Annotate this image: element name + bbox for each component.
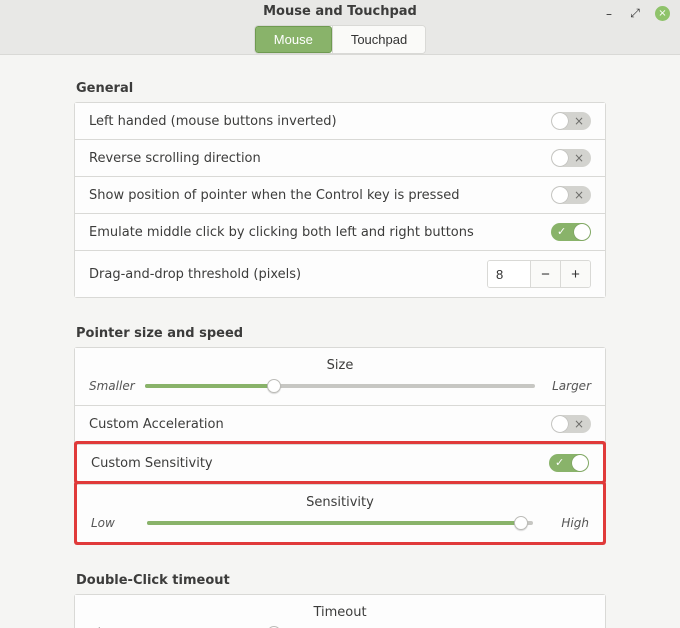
content-area: General Left handed (mouse buttons inver…	[0, 55, 680, 628]
button-dnd-plus[interactable]: +	[560, 261, 590, 287]
section-title-pointer: Pointer size and speed	[76, 326, 606, 341]
block-dclick-timeout: Timeout Short Long	[75, 595, 605, 628]
label-custom-accel: Custom Acceleration	[89, 417, 551, 432]
block-pointer-size: Size Smaller Larger	[75, 348, 605, 405]
slider-sensitivity[interactable]	[147, 516, 533, 530]
label-size-max: Larger	[545, 379, 591, 393]
block-sensitivity: Sensitivity Low High	[77, 484, 603, 542]
tab-touchpad[interactable]: Touchpad	[332, 26, 425, 53]
label-size: Size	[89, 358, 591, 373]
input-dnd-threshold[interactable]	[488, 261, 530, 287]
stepper-dnd-threshold: − +	[487, 260, 591, 288]
maximize-button[interactable]: ⤢	[629, 8, 641, 20]
slider-pointer-size[interactable]	[145, 379, 535, 393]
tab-bar: Mouse Touchpad	[254, 25, 426, 54]
toggle-custom-accel[interactable]	[551, 415, 591, 433]
section-title-general: General	[76, 81, 606, 96]
section-title-dclick: Double-Click timeout	[76, 573, 606, 588]
label-show-position: Show position of pointer when the Contro…	[89, 188, 551, 203]
row-reverse-scroll: Reverse scrolling direction	[75, 139, 605, 176]
row-emulate-middle: Emulate middle click by clicking both le…	[75, 213, 605, 250]
toggle-left-handed[interactable]	[551, 112, 591, 130]
tab-mouse[interactable]: Mouse	[255, 26, 332, 53]
row-custom-sens: Custom Sensitivity	[77, 444, 603, 481]
row-dnd-threshold: Drag-and-drop threshold (pixels) − +	[75, 250, 605, 297]
titlebar: Mouse and Touchpad – ⤢ × Mouse Touchpad	[0, 0, 680, 55]
row-left-handed: Left handed (mouse buttons inverted)	[75, 103, 605, 139]
label-sens-max: High	[543, 516, 589, 530]
label-dnd-threshold: Drag-and-drop threshold (pixels)	[89, 267, 487, 282]
panel-general: Left handed (mouse buttons inverted) Rev…	[74, 102, 606, 298]
toggle-show-position[interactable]	[551, 186, 591, 204]
label-custom-sens: Custom Sensitivity	[91, 456, 549, 471]
window-controls: – ⤢ ×	[603, 6, 670, 21]
row-custom-accel: Custom Acceleration	[75, 405, 605, 442]
panel-dclick: Timeout Short Long Double-click test	[74, 594, 606, 628]
close-button[interactable]: ×	[655, 6, 670, 21]
toggle-reverse-scroll[interactable]	[551, 149, 591, 167]
label-sensitivity: Sensitivity	[91, 495, 589, 510]
minimize-button[interactable]: –	[603, 8, 615, 20]
label-left-handed: Left handed (mouse buttons inverted)	[89, 114, 551, 129]
row-show-position: Show position of pointer when the Contro…	[75, 176, 605, 213]
label-timeout: Timeout	[89, 605, 591, 620]
button-dnd-minus[interactable]: −	[530, 261, 560, 287]
label-size-min: Smaller	[89, 379, 135, 393]
label-reverse-scroll: Reverse scrolling direction	[89, 151, 551, 166]
panel-pointer: Size Smaller Larger Custom Acceleration …	[74, 347, 606, 545]
label-sens-min: Low	[91, 516, 137, 530]
window-title: Mouse and Touchpad	[263, 4, 417, 19]
label-emulate-middle: Emulate middle click by clicking both le…	[89, 225, 551, 240]
toggle-custom-sens[interactable]	[549, 454, 589, 472]
toggle-emulate-middle[interactable]	[551, 223, 591, 241]
